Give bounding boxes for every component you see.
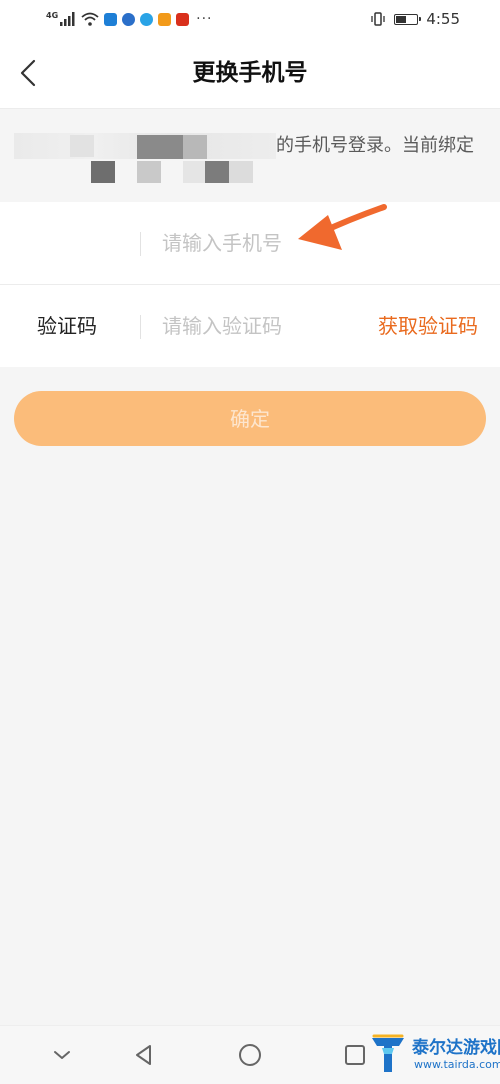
clock: 4:55: [426, 10, 460, 28]
square-recents-icon: [345, 1045, 365, 1065]
mosaic-block: [70, 135, 94, 157]
annotation-arrow-icon: [298, 204, 387, 250]
mosaic-block: [137, 135, 183, 159]
phone-row: [0, 202, 500, 285]
status-bar-left: 4G ···: [46, 10, 213, 28]
chevron-down-icon: [54, 1051, 70, 1059]
mosaic-block: [183, 161, 205, 183]
get-code-button[interactable]: 获取验证码: [378, 285, 478, 367]
mosaic-block: [137, 161, 161, 183]
notice-panel: 的手机号登录。当前绑定: [0, 109, 500, 201]
nav-collapse-button[interactable]: [47, 1040, 77, 1070]
code-input[interactable]: [162, 305, 362, 347]
circle-home-icon: [239, 1044, 261, 1066]
app-notification-icon: [104, 12, 118, 26]
watermark: 泰尔达游戏网 www.tairda.com: [368, 1030, 500, 1080]
app-notification-icon: [140, 12, 154, 26]
vibrate-icon: [371, 12, 385, 26]
signal-icon: [60, 12, 75, 26]
watermark-title: 泰尔达游戏网: [412, 1038, 500, 1058]
notice-visible-text: 的手机号登录。当前绑定: [276, 135, 474, 156]
code-row: 验证码 获取验证码: [0, 285, 500, 367]
triangle-back-icon: [136, 1045, 151, 1065]
mosaic-block: [205, 161, 229, 183]
app-notification-icon: [176, 12, 190, 26]
app-notification-icon: [122, 12, 136, 26]
status-bar-right: 4:55: [370, 9, 460, 29]
battery-level-fill: [396, 15, 407, 23]
phone-form: 验证码 获取验证码: [0, 202, 500, 367]
more-notifications-icon: ···: [196, 11, 213, 27]
confirm-button[interactable]: 确定: [14, 391, 486, 446]
status-bar: 4G ··· 4:55: [0, 0, 500, 38]
network-type: 4G: [46, 10, 59, 20]
nav-back-button[interactable]: [129, 1040, 159, 1070]
mosaic-block: [229, 161, 253, 183]
row-divider: [140, 315, 141, 339]
page-title: 更换手机号: [192, 60, 308, 86]
watermark-logo-icon: [372, 1034, 404, 1072]
battery-icon: [394, 13, 422, 25]
mosaic-block: [91, 161, 115, 183]
wifi-icon: [81, 12, 99, 26]
row-divider: [140, 232, 141, 256]
code-label: 验证码: [37, 314, 97, 338]
app-notification-icon: [158, 12, 172, 26]
watermark-url: www.tairda.com: [414, 1058, 500, 1071]
mosaic-block: [183, 135, 207, 159]
header: 更换手机号: [0, 38, 500, 109]
nav-home-button[interactable]: [235, 1040, 265, 1070]
nav-recents-button[interactable]: [340, 1040, 370, 1070]
